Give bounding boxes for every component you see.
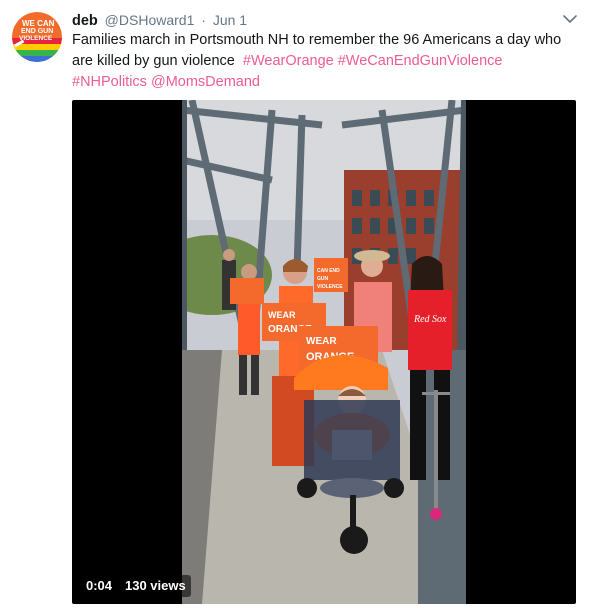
hashtag-link[interactable]: #WearOrange [243, 53, 334, 69]
user-handle[interactable]: @DSHoward1 [105, 12, 195, 28]
video-time: 0:04 [81, 575, 118, 597]
tweet-date[interactable]: Jun 1 [213, 12, 247, 28]
separator-dot: · [201, 12, 206, 28]
svg-text:WEAR: WEAR [306, 336, 337, 347]
view-count: 130 views [120, 575, 191, 597]
hashtag-link[interactable]: #WeCanEndGunViolence [338, 53, 503, 69]
we-can-end-gun-violence-logo-icon: WE CAN END GUN VIOLENCE [12, 12, 62, 62]
video-frame: Red Sox CAN END GUN VIOLENCE WEAR ORANGE… [182, 100, 466, 604]
red-sox-shirt-text: Red Sox [413, 314, 447, 325]
display-name[interactable]: deb [72, 13, 98, 29]
video-thumbnail: Red Sox CAN END GUN VIOLENCE WEAR ORANGE… [182, 100, 466, 604]
svg-text:END GUN: END GUN [21, 28, 53, 35]
video-player[interactable]: Red Sox CAN END GUN VIOLENCE WEAR ORANGE… [72, 100, 576, 604]
chevron-down-icon[interactable] [560, 12, 580, 28]
tweet[interactable]: WE CAN END GUN VIOLENCE deb @DSHoward1 ·… [0, 0, 591, 616]
svg-text:VIOLENCE: VIOLENCE [19, 35, 53, 42]
hashtag-link[interactable]: #NHPolitics [72, 74, 147, 90]
mention-link[interactable]: @MomsDemand [151, 74, 260, 90]
avatar[interactable]: WE CAN END GUN VIOLENCE [12, 12, 62, 62]
svg-text:WE CAN: WE CAN [22, 19, 55, 28]
tweet-header: deb @DSHoward1 · Jun 1 [72, 10, 247, 30]
svg-text:CAN END: CAN END [317, 268, 340, 274]
svg-text:VIOLENCE: VIOLENCE [317, 284, 343, 290]
svg-text:WEAR: WEAR [268, 310, 296, 320]
svg-text:GUN: GUN [317, 276, 329, 282]
tweet-text: Families march in Portsmouth NH to remem… [72, 30, 572, 93]
